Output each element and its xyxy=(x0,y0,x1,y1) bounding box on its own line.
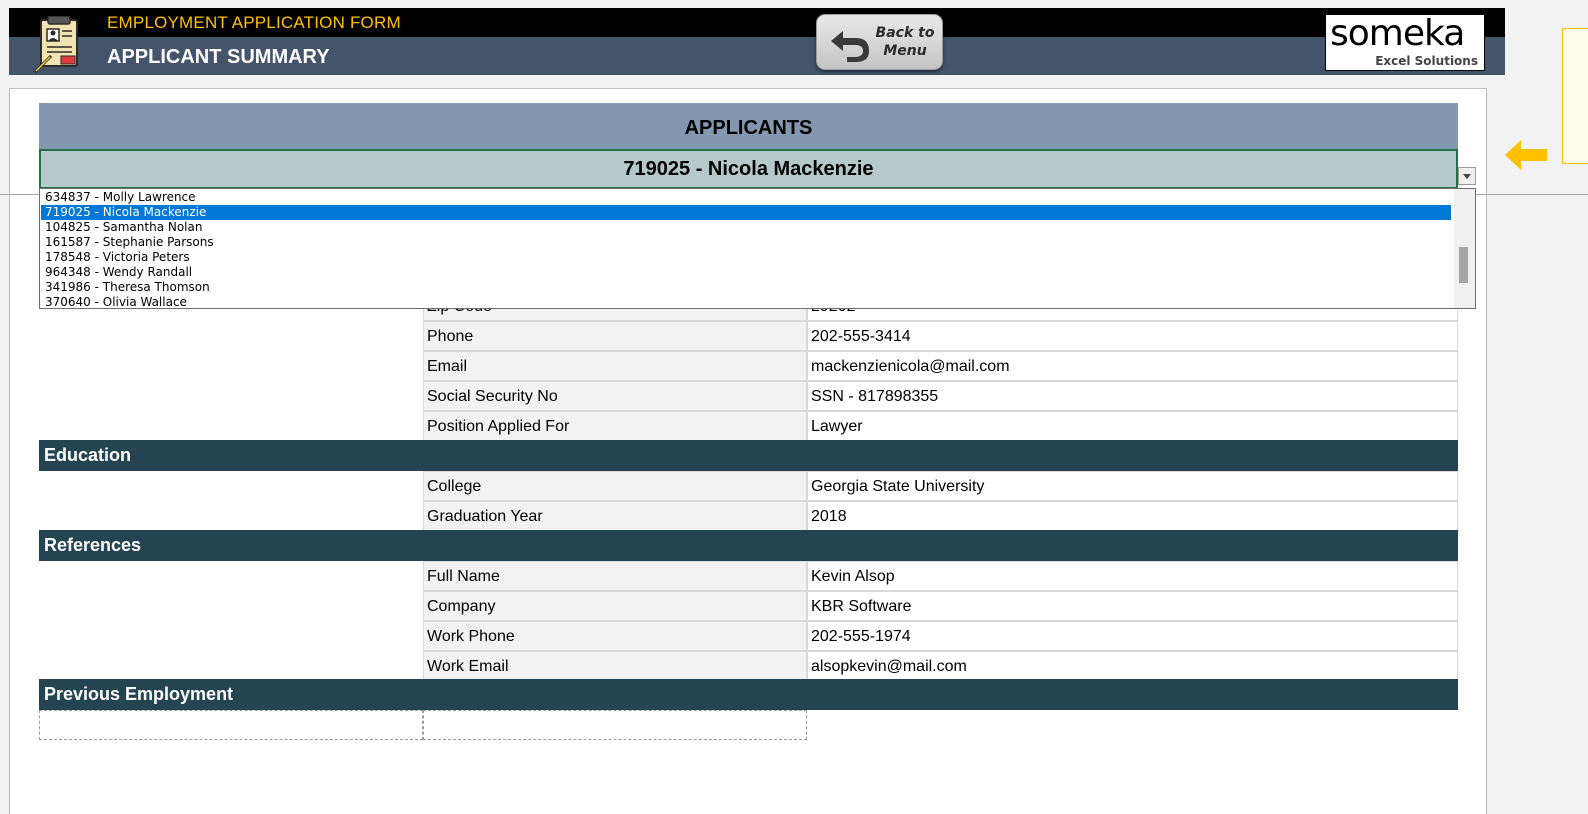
phone-value[interactable]: 202-555-3414 xyxy=(807,321,1458,351)
dropdown-option[interactable]: 161587 - Stephanie Parsons xyxy=(41,235,1451,250)
position-value[interactable]: Lawyer xyxy=(807,411,1458,441)
dropdown-option[interactable]: 370640 - Olivia Wallace xyxy=(41,295,1451,308)
position-label: Position Applied For xyxy=(423,411,807,441)
dropdown-option[interactable]: 341986 - Theresa Thomson xyxy=(41,280,1451,295)
app-header: EMPLOYMENT APPLICATION FORM APPLICANT SU… xyxy=(9,8,1505,75)
reference-name-value[interactable]: Kevin Alsop xyxy=(807,561,1458,591)
page-title: APPLICANT SUMMARY xyxy=(107,46,330,68)
brand-name: someka xyxy=(1330,13,1465,54)
application-form-icon xyxy=(33,16,78,74)
dropdown-option[interactable]: 964348 - Wendy Randall xyxy=(41,265,1451,280)
education-section-header: Education xyxy=(39,440,1458,471)
email-label: Email xyxy=(423,351,807,381)
ssn-value[interactable]: SSN - 817898355 xyxy=(807,381,1458,411)
reference-work-phone-value[interactable]: 202-555-1974 xyxy=(807,621,1458,651)
college-value[interactable]: Georgia State University xyxy=(807,471,1458,501)
brand-tagline: Excel Solutions xyxy=(1375,54,1478,68)
college-label: College xyxy=(423,471,807,501)
back-label-line1: Back to xyxy=(875,25,935,41)
chevron-down-icon xyxy=(1463,174,1471,179)
graduation-year-value[interactable]: 2018 xyxy=(807,501,1458,531)
reference-company-value[interactable]: KBR Software xyxy=(807,591,1458,621)
back-to-menu-button[interactable]: Back to Menu xyxy=(816,14,943,70)
applicant-select-cell[interactable]: 719025 - Nicola Mackenzie xyxy=(39,149,1458,189)
dropdown-option[interactable]: 104825 - Samantha Nolan xyxy=(41,220,1451,235)
dropdown-scroll-thumb[interactable] xyxy=(1459,247,1468,283)
applicant-dropdown-list[interactable]: 634837 - Molly Lawrence 719025 - Nicola … xyxy=(39,188,1476,309)
references-section-header: References xyxy=(39,530,1458,561)
left-arrow-icon xyxy=(1505,140,1547,170)
spreadsheet-window: EMPLOYMENT APPLICATION FORM APPLICANT SU… xyxy=(0,0,1588,814)
applicants-header: APPLICANTS xyxy=(39,103,1458,149)
graduation-year-label: Graduation Year xyxy=(423,501,807,531)
back-label-line2: Menu xyxy=(883,43,927,59)
previous-employment-section-header: Previous Employment xyxy=(39,679,1458,710)
dropdown-option[interactable]: 634837 - Molly Lawrence xyxy=(41,190,1451,205)
undo-arrow-icon xyxy=(831,31,869,62)
dropdown-toggle-button[interactable] xyxy=(1458,167,1476,185)
reference-work-email-value[interactable]: alsopkevin@mail.com xyxy=(807,651,1458,681)
dropdown-option-selected[interactable]: 719025 - Nicola Mackenzie xyxy=(41,205,1451,220)
back-button-label: Back to Menu xyxy=(873,24,937,60)
employment-empty-cell[interactable] xyxy=(39,710,423,740)
email-value[interactable]: mackenzienicola@mail.com xyxy=(807,351,1458,381)
employment-empty-cell[interactable] xyxy=(423,710,807,740)
ssn-label: Social Security No xyxy=(423,381,807,411)
dropdown-option[interactable]: 178548 - Victoria Peters xyxy=(41,250,1451,265)
reference-work-phone-label: Work Phone xyxy=(423,621,807,651)
side-note-panel xyxy=(1562,28,1588,164)
phone-label: Phone xyxy=(423,321,807,351)
reference-work-email-label: Work Email xyxy=(423,651,807,681)
app-title: EMPLOYMENT APPLICATION FORM xyxy=(107,13,401,32)
reference-company-label: Company xyxy=(423,591,807,621)
someka-logo: someka Excel Solutions xyxy=(1325,13,1485,71)
reference-name-label: Full Name xyxy=(423,561,807,591)
